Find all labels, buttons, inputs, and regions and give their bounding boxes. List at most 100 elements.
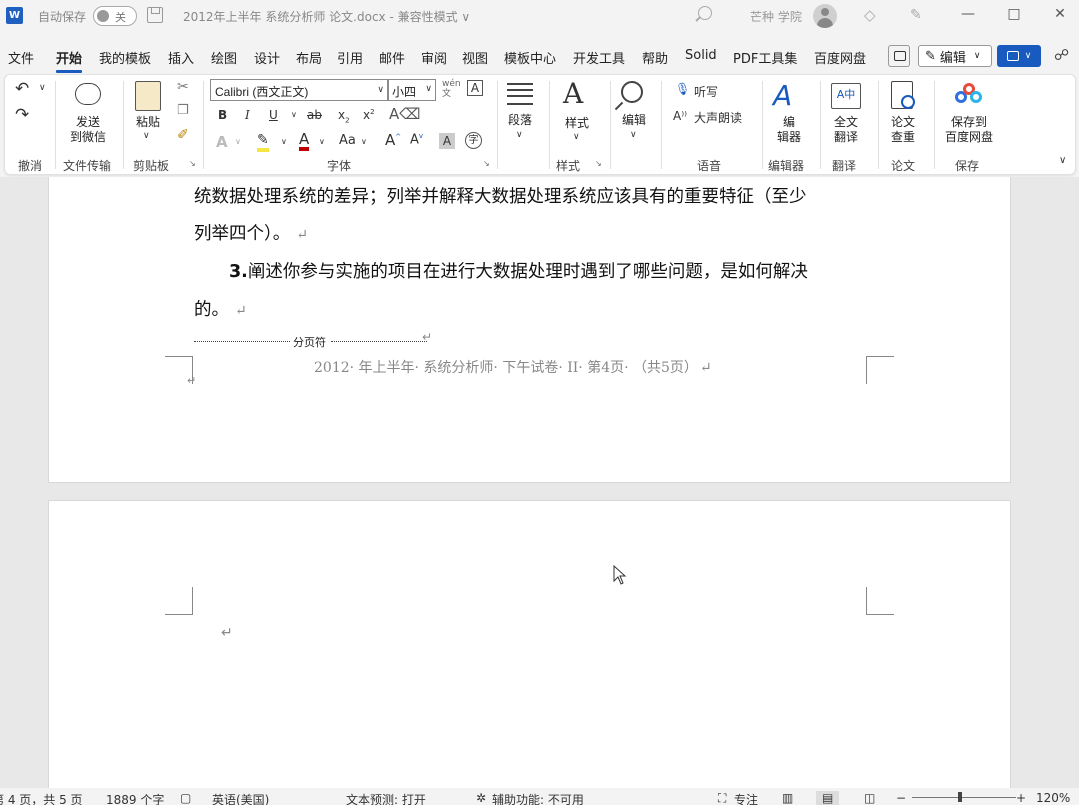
tab-insert[interactable]: 插入 bbox=[168, 48, 194, 67]
font-size-select[interactable]: 小四 ∨ bbox=[388, 79, 436, 101]
avatar[interactable] bbox=[813, 4, 837, 28]
underline-button[interactable]: U bbox=[269, 108, 278, 122]
proofing-icon[interactable]: ▢ bbox=[180, 791, 191, 805]
wechat-icon[interactable] bbox=[75, 83, 101, 105]
find-icon[interactable] bbox=[621, 81, 643, 103]
highlight-icon[interactable]: ✎ bbox=[257, 132, 269, 152]
clear-formatting-icon[interactable]: A⌫ bbox=[389, 105, 420, 123]
translate-icon[interactable]: A中 bbox=[831, 83, 861, 109]
cut-icon[interactable]: ✂ bbox=[177, 79, 189, 95]
clipboard-launcher-icon[interactable]: ↘ bbox=[189, 159, 196, 168]
change-case-button[interactable]: Aa bbox=[339, 133, 356, 148]
accessibility-status[interactable]: 辅助功能: 不可用 bbox=[492, 791, 584, 805]
autosave-toggle[interactable]: 关 bbox=[93, 6, 137, 26]
editor-label[interactable]: 编 辑器 bbox=[768, 115, 810, 145]
tab-file[interactable]: 文件 bbox=[8, 48, 34, 67]
tab-pdf-tools[interactable]: PDF工具集 bbox=[733, 48, 797, 67]
character-border-icon[interactable]: A bbox=[467, 80, 483, 96]
format-painter-icon[interactable]: ✐ bbox=[177, 127, 189, 143]
superscript-button[interactable]: x2 bbox=[363, 108, 375, 122]
paste-label[interactable]: 粘贴 bbox=[129, 115, 167, 130]
tab-help[interactable]: 帮助 bbox=[642, 48, 668, 67]
share-button[interactable]: ∨ bbox=[997, 45, 1041, 67]
tab-view[interactable]: 视图 bbox=[462, 48, 488, 67]
editing-dropdown-icon[interactable]: ∨ bbox=[630, 130, 637, 140]
styles-launcher-icon[interactable]: ↘ bbox=[595, 159, 602, 168]
change-case-dropdown-icon[interactable]: ∨ bbox=[361, 137, 367, 146]
page-5[interactable]: ↵ bbox=[48, 500, 1011, 788]
highlight-dropdown-icon[interactable]: ∨ bbox=[281, 137, 287, 146]
page-4[interactable]: 统数据处理系统的差异；列举并解释大数据处理系统应该具有的重要特征（至少 列举四个… bbox=[48, 177, 1011, 483]
tab-solid[interactable]: Solid bbox=[685, 48, 717, 63]
tab-template-center[interactable]: 模板中心 bbox=[504, 48, 556, 67]
document-title[interactable]: 2012年上半年 系统分析师 论文.docx - 兼容性模式 ∨ bbox=[183, 8, 470, 25]
undo-icon[interactable]: ↶ bbox=[15, 79, 29, 99]
paste-icon[interactable] bbox=[135, 81, 161, 111]
read-mode-icon[interactable]: ▥ bbox=[782, 791, 793, 805]
web-layout-icon[interactable]: ◫ bbox=[864, 791, 875, 805]
paragraph-icon[interactable] bbox=[507, 83, 533, 105]
phonetic-guide-icon[interactable]: wén 文 bbox=[442, 79, 461, 99]
zoom-in-button[interactable]: + bbox=[1016, 791, 1026, 805]
print-layout-icon[interactable]: ▤ bbox=[816, 791, 840, 805]
zoom-slider-thumb[interactable] bbox=[958, 792, 962, 802]
undo-dropdown-icon[interactable]: ∨ bbox=[39, 83, 46, 93]
tab-developer[interactable]: 开发工具 bbox=[573, 48, 625, 67]
tab-my-templates[interactable]: 我的模板 bbox=[99, 48, 151, 67]
dictate-label[interactable]: 听写 bbox=[694, 83, 718, 100]
editing-mode-button[interactable]: ✎ 编辑 ∨ bbox=[918, 45, 992, 67]
accessibility-icon[interactable]: ✲ bbox=[476, 791, 486, 805]
collapse-ribbon-icon[interactable]: ∨ bbox=[1059, 155, 1066, 166]
microphone-icon[interactable]: 🎙 bbox=[675, 82, 690, 96]
tab-draw[interactable]: 绘图 bbox=[211, 48, 237, 67]
paste-dropdown-icon[interactable]: ∨ bbox=[143, 131, 150, 141]
shrink-font-button[interactable]: Av bbox=[410, 132, 423, 147]
page-count[interactable]: 第 4 页，共 5 页 bbox=[0, 791, 83, 805]
enclose-characters-icon[interactable]: 字 bbox=[465, 132, 482, 149]
page-break[interactable]: 分页符 ↵ bbox=[194, 330, 439, 350]
minimize-button[interactable]: — bbox=[958, 6, 978, 22]
tab-review[interactable]: 审阅 bbox=[421, 48, 447, 67]
paragraph-line[interactable]: 统数据处理系统的差异；列举并解释大数据处理系统应该具有的重要特征（至少 bbox=[194, 183, 807, 208]
copy-icon[interactable]: ❐ bbox=[177, 103, 189, 118]
close-button[interactable]: ✕ bbox=[1050, 6, 1070, 22]
search-icon[interactable] bbox=[698, 6, 712, 20]
bold-button[interactable]: B bbox=[218, 108, 227, 122]
subscript-button[interactable]: x2 bbox=[338, 108, 350, 124]
zoom-slider[interactable] bbox=[912, 797, 1016, 798]
editor-icon[interactable]: A bbox=[773, 79, 792, 112]
translate-label[interactable]: 全文 翻译 bbox=[826, 115, 866, 145]
font-color-icon[interactable]: A bbox=[299, 131, 310, 151]
text-effects-icon[interactable]: A bbox=[216, 133, 228, 151]
read-aloud-label[interactable]: 大声朗读 bbox=[694, 109, 742, 126]
tab-layout[interactable]: 布局 bbox=[296, 48, 322, 67]
focus-button[interactable]: 专注 bbox=[734, 791, 758, 805]
read-aloud-icon[interactable]: A⁾⁾ bbox=[673, 109, 687, 123]
maximize-button[interactable]: □ bbox=[1004, 6, 1024, 22]
save-to-baidu-label[interactable]: 保存到 百度网盘 bbox=[938, 115, 1000, 145]
send-to-wechat-label[interactable]: 发送 到微信 bbox=[63, 115, 113, 145]
zoom-out-button[interactable]: − bbox=[896, 791, 906, 805]
paragraph-dropdown-icon[interactable]: ∨ bbox=[516, 130, 523, 140]
tab-mailings[interactable]: 邮件 bbox=[379, 48, 405, 67]
paragraph-line[interactable]: 的。 ↵ bbox=[194, 296, 247, 321]
redo-icon[interactable]: ↷ bbox=[15, 105, 29, 125]
focus-icon[interactable]: ⛶ bbox=[718, 791, 726, 805]
tab-design[interactable]: 设计 bbox=[254, 48, 280, 67]
comments-button[interactable] bbox=[888, 45, 910, 67]
word-count[interactable]: 1889 个字 bbox=[106, 791, 164, 805]
baidu-netdisk-icon[interactable] bbox=[955, 83, 983, 105]
page-footer[interactable]: 2012· 年上半年· 系统分析师· 下午试卷· II· 第4页· （共5页） ↵ bbox=[314, 357, 712, 377]
tab-home[interactable]: 开始 bbox=[56, 48, 83, 73]
character-shading-icon[interactable]: A bbox=[439, 133, 455, 149]
save-icon[interactable] bbox=[147, 7, 163, 23]
language-status[interactable]: 英语(美国) bbox=[212, 791, 269, 805]
styles-dropdown-icon[interactable]: ∨ bbox=[573, 132, 580, 142]
styles-label[interactable]: 样式 bbox=[556, 116, 598, 131]
strikethrough-button[interactable]: ab bbox=[307, 108, 322, 122]
styles-icon[interactable]: A bbox=[563, 77, 583, 110]
paragraph-label[interactable]: 段落 bbox=[501, 113, 539, 128]
tab-references[interactable]: 引用 bbox=[337, 48, 363, 67]
font-color-dropdown-icon[interactable]: ∨ bbox=[319, 137, 325, 146]
paragraph-line[interactable]: 3.阐述你参与实施的项目在进行大数据处理时遇到了哪些问题，是如何解决 bbox=[229, 258, 808, 283]
